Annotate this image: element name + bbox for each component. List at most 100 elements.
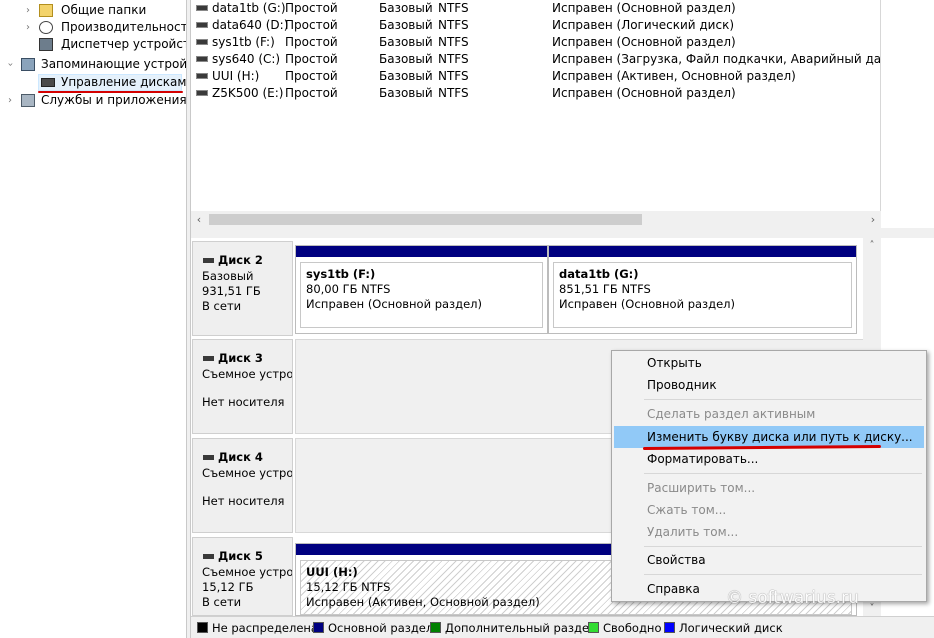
tree-item-label: Службы и приложения bbox=[41, 93, 187, 107]
legend-item: Не распределена bbox=[197, 621, 318, 635]
menu-item-shrink[interactable]: Сжать том... bbox=[614, 499, 924, 521]
menu-item-label: Форматировать... bbox=[647, 452, 759, 466]
disk-name: Диск 2 bbox=[218, 253, 263, 267]
menu-separator bbox=[644, 546, 922, 547]
disk-5-label[interactable]: Диск 5 Съемное устрой 15,12 ГБ В сети bbox=[192, 537, 293, 616]
horizontal-scrollbar[interactable]: ‹ › bbox=[191, 211, 881, 228]
volume-icon bbox=[196, 56, 208, 62]
menu-item-format[interactable]: Форматировать... bbox=[614, 448, 924, 470]
scroll-up-icon[interactable]: ˄ bbox=[863, 240, 881, 251]
disk-4-label[interactable]: Диск 4 Съемное устрой Нет носителя bbox=[192, 438, 293, 533]
partition-body: sys1tb (F:) 80,00 ГБ NTFS Исправен (Осно… bbox=[300, 262, 543, 328]
primary-partition-bar bbox=[296, 246, 547, 257]
disk-icon bbox=[203, 258, 214, 263]
tree-item-services[interactable]: › Службы и приложения bbox=[4, 92, 187, 109]
table-row[interactable]: Z5K500 (E:) Простой Базовый NTFS Исправе… bbox=[191, 85, 881, 102]
disk-name: Диск 5 bbox=[218, 549, 263, 563]
legend-swatch bbox=[430, 622, 441, 633]
disk-type: Съемное устрой bbox=[202, 466, 292, 480]
tree-item-label: Запоминающие устройст bbox=[41, 57, 201, 71]
chevron-right-icon[interactable]: › bbox=[4, 92, 16, 109]
services-icon bbox=[21, 94, 35, 107]
volume-icon bbox=[196, 90, 208, 96]
storage-icon bbox=[21, 58, 35, 71]
tree-item-shared-folders[interactable]: › Общие папки bbox=[22, 2, 182, 19]
table-row[interactable]: UUI (H:) Простой Базовый NTFS Исправен (… bbox=[191, 68, 881, 85]
partition-status: Исправен (Активен, Основной раздел) bbox=[306, 595, 540, 609]
cell-status: Исправен (Загрузка, Файл подкачки, Авари… bbox=[552, 52, 881, 66]
partition-size: 80,00 ГБ NTFS bbox=[306, 282, 391, 296]
tree-item-label: Управление дисками bbox=[61, 75, 195, 89]
scroll-down-icon[interactable]: ˅ bbox=[863, 603, 881, 614]
cell-layout: Простой bbox=[285, 69, 338, 83]
partition-name: sys1tb (F:) bbox=[306, 267, 376, 281]
disk-title: Диск 4 bbox=[203, 450, 263, 464]
legend-swatch bbox=[197, 622, 208, 633]
partition-status: Исправен (Основной раздел) bbox=[306, 297, 483, 311]
partition-body: data1tb (G:) 851,51 ГБ NTFS Исправен (Ос… bbox=[553, 262, 852, 328]
tree-item-device-manager[interactable]: Диспетчер устройств bbox=[22, 36, 197, 53]
context-menu: Открыть Проводник Сделать раздел активны… bbox=[611, 350, 927, 602]
disk-3-label[interactable]: Диск 3 Съемное устрой Нет носителя bbox=[192, 339, 293, 434]
table-row[interactable]: sys1tb (F:) Простой Базовый NTFS Исправе… bbox=[191, 34, 881, 51]
menu-separator bbox=[644, 473, 922, 474]
disk-name: Диск 4 bbox=[218, 450, 263, 464]
cell-layout: Простой bbox=[285, 18, 338, 32]
menu-item-label: Сжать том... bbox=[647, 503, 727, 517]
volume-icon bbox=[196, 22, 208, 28]
watermark: © softwarius.ru bbox=[726, 588, 859, 608]
cell-filesystem: NTFS bbox=[438, 86, 469, 100]
cell-filesystem: NTFS bbox=[438, 18, 469, 32]
table-row[interactable]: data640 (D:) Простой Базовый NTFS Исправ… bbox=[191, 17, 881, 34]
disk-icon bbox=[203, 554, 214, 559]
disk-state: Нет носителя bbox=[202, 494, 285, 508]
cell-volume: data1tb (G:) bbox=[212, 1, 286, 15]
legend-label: Не распределена bbox=[212, 621, 318, 635]
tree-item-storage[interactable]: › Запоминающие устройст bbox=[2, 56, 201, 73]
tree-item-performance[interactable]: › Производительность bbox=[22, 19, 195, 36]
disk-state: Нет носителя bbox=[202, 395, 285, 409]
legend-label: Основной раздел bbox=[328, 621, 434, 635]
menu-item-delete[interactable]: Удалить том... bbox=[614, 521, 924, 543]
cell-volume: UUI (H:) bbox=[212, 69, 260, 83]
primary-partition-bar bbox=[549, 246, 856, 257]
menu-item-label: Сделать раздел активным bbox=[647, 407, 816, 421]
pane-divider[interactable] bbox=[191, 228, 934, 238]
menu-item-explorer[interactable]: Проводник bbox=[614, 374, 924, 396]
cell-volume: sys1tb (F:) bbox=[212, 35, 275, 49]
legend-swatch bbox=[664, 622, 675, 633]
menu-item-label: Расширить том... bbox=[647, 481, 756, 495]
tree-item-disk-management[interactable]: Управление дисками bbox=[39, 74, 194, 91]
disk-size: 931,51 ГБ bbox=[202, 284, 261, 298]
disk-state: В сети bbox=[202, 595, 242, 609]
legend-swatch bbox=[588, 622, 599, 633]
chevron-right-icon[interactable]: › bbox=[22, 2, 34, 19]
chevron-right-icon[interactable]: › bbox=[22, 19, 34, 36]
cell-type: Базовый bbox=[379, 86, 433, 100]
table-row[interactable]: sys640 (C:) Простой Базовый NTFS Исправе… bbox=[191, 51, 881, 68]
table-row[interactable]: data1tb (G:) Простой Базовый NTFS Исправ… bbox=[191, 0, 881, 17]
menu-item-mark-active[interactable]: Сделать раздел активным bbox=[614, 403, 924, 425]
volume-icon bbox=[196, 5, 208, 11]
menu-item-open[interactable]: Открыть bbox=[614, 352, 924, 374]
legend-item: Дополнительный раздел bbox=[430, 621, 596, 635]
menu-item-extend[interactable]: Расширить том... bbox=[614, 477, 924, 499]
partition-data1tb[interactable]: data1tb (G:) 851,51 ГБ NTFS Исправен (Ос… bbox=[548, 245, 857, 334]
cell-layout: Простой bbox=[285, 1, 338, 15]
scroll-left-icon[interactable]: ‹ bbox=[191, 211, 207, 228]
volume-list: data1tb (G:) Простой Базовый NTFS Исправ… bbox=[191, 0, 881, 228]
disk-type: Съемное устрой bbox=[202, 367, 292, 381]
scrollbar-thumb[interactable] bbox=[209, 214, 642, 225]
cell-type: Базовый bbox=[379, 18, 433, 32]
menu-item-properties[interactable]: Свойства bbox=[614, 549, 924, 571]
legend-item: Основной раздел bbox=[313, 621, 433, 635]
disk-2-label[interactable]: Диск 2 Базовый 931,51 ГБ В сети bbox=[192, 241, 293, 336]
disk-title: Диск 5 bbox=[203, 549, 263, 563]
partition-sys1tb[interactable]: sys1tb (F:) 80,00 ГБ NTFS Исправен (Осно… bbox=[295, 245, 548, 334]
cell-volume: sys640 (C:) bbox=[212, 52, 281, 66]
scroll-right-icon[interactable]: › bbox=[865, 211, 881, 228]
cell-layout: Простой bbox=[285, 86, 338, 100]
cell-filesystem: NTFS bbox=[438, 69, 469, 83]
cell-type: Базовый bbox=[379, 69, 433, 83]
chevron-down-icon[interactable]: › bbox=[2, 59, 19, 71]
